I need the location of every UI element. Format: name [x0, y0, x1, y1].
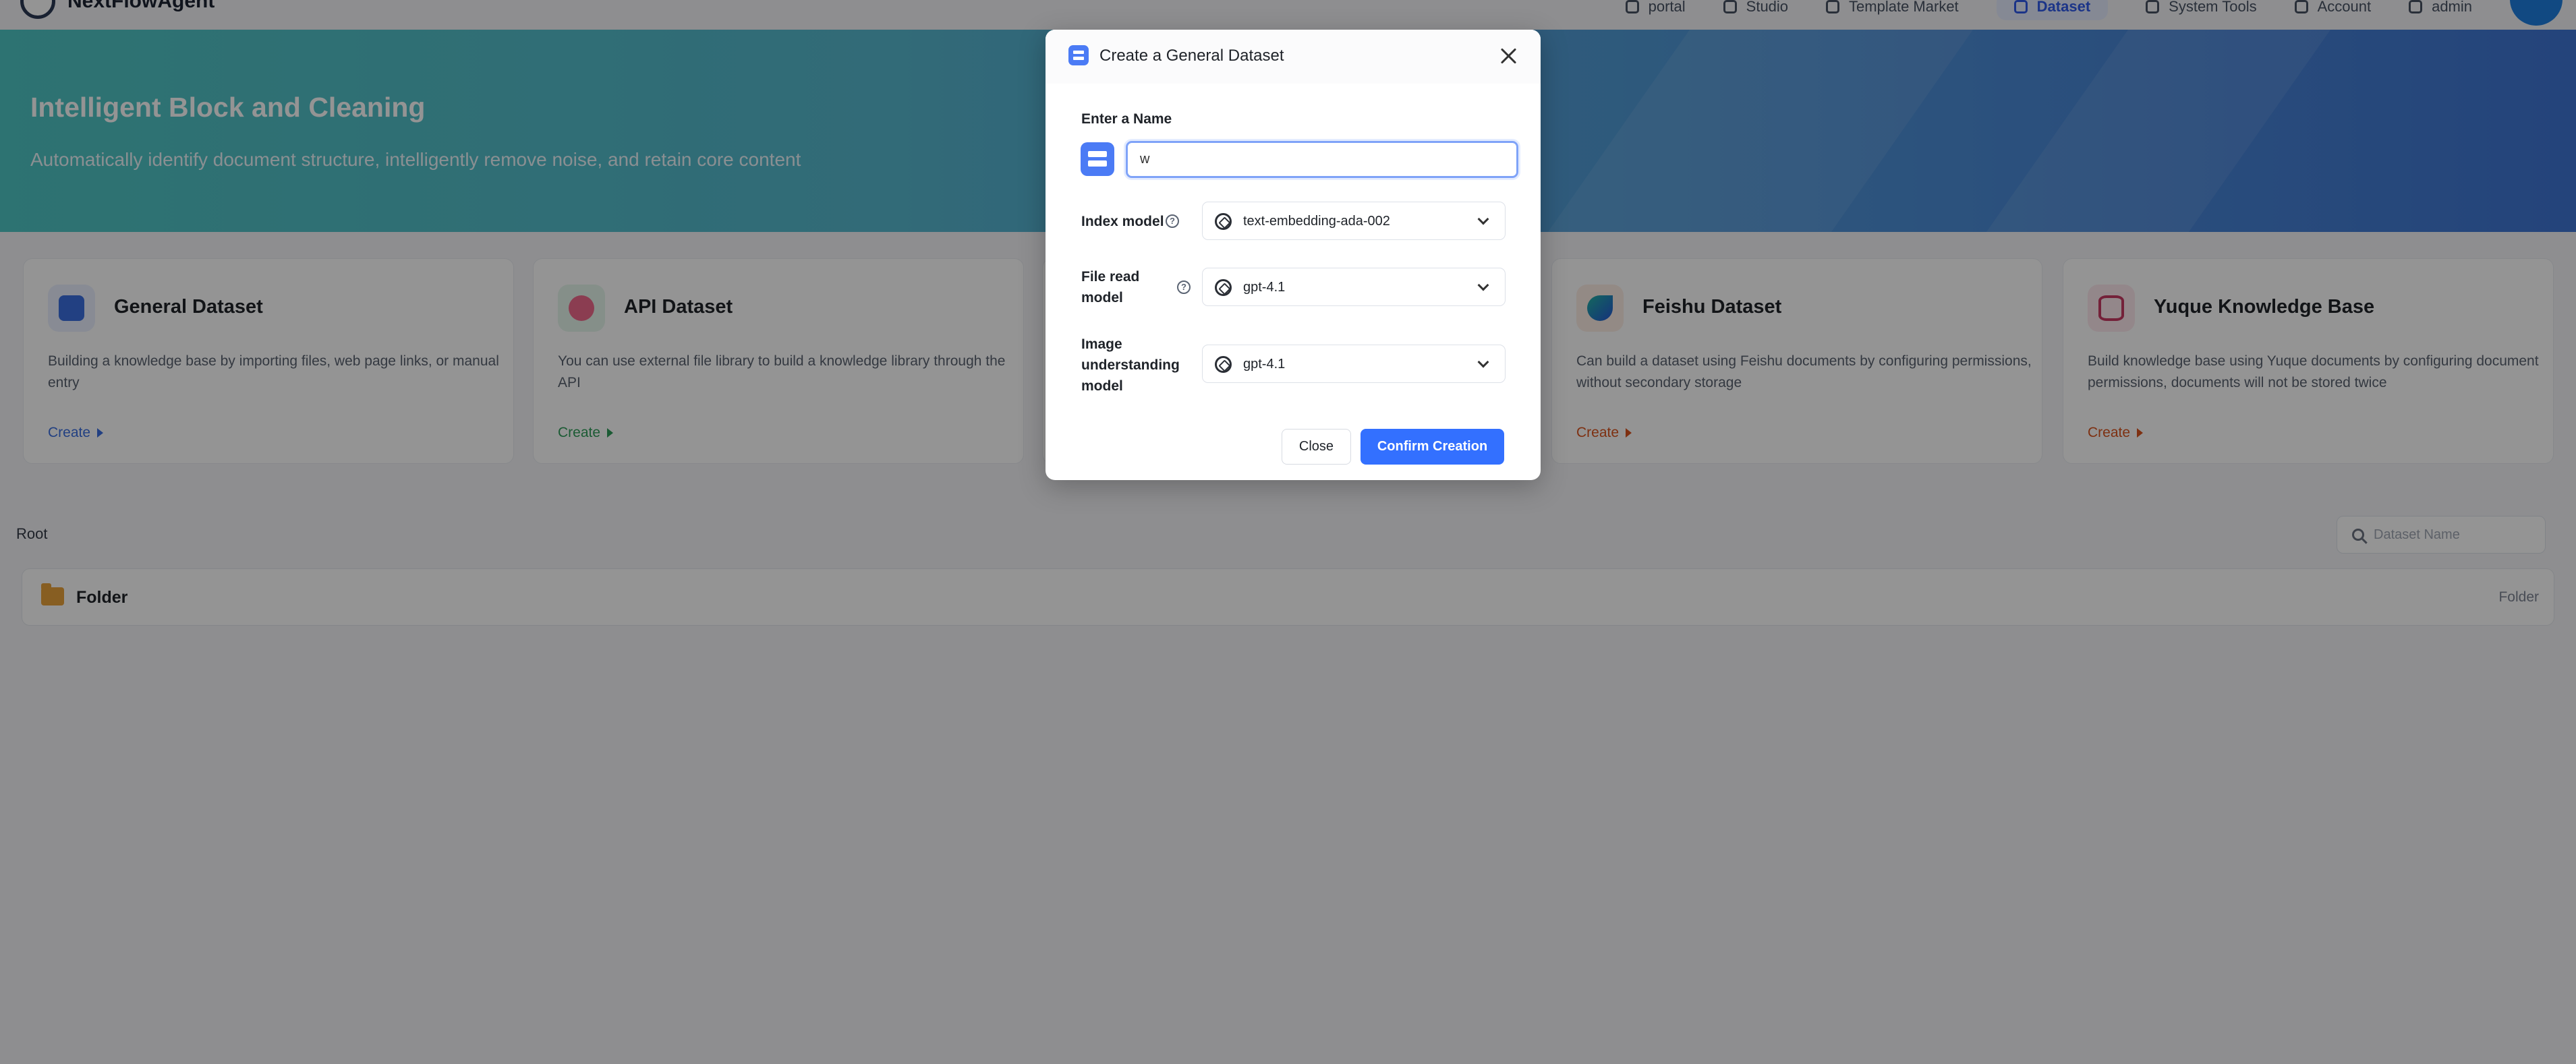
index-model-label: Index model	[1081, 214, 1164, 229]
modal-title: Create a General Dataset	[1099, 47, 1284, 65]
dataset-icon	[1068, 45, 1089, 65]
name-label: Enter a Name	[1081, 111, 1172, 127]
chevron-down-icon	[1477, 356, 1489, 368]
confirm-creation-button[interactable]: Confirm Creation	[1361, 429, 1504, 465]
openai-icon	[1215, 356, 1232, 373]
openai-icon	[1215, 213, 1232, 230]
modal-header: Create a General Dataset	[1046, 30, 1541, 84]
index-model-select[interactable]: text-embedding-ada-002	[1202, 202, 1506, 240]
create-dataset-modal: Create a General Dataset Enter a Name In…	[1046, 30, 1541, 480]
select-value: gpt-4.1	[1243, 280, 1286, 295]
select-value: gpt-4.1	[1243, 357, 1286, 372]
dataset-name-input[interactable]	[1126, 141, 1518, 178]
dataset-avatar-icon[interactable]	[1081, 142, 1114, 176]
help-icon[interactable]: ?	[1177, 280, 1191, 294]
image-model-label: Image understanding model	[1081, 336, 1180, 394]
close-button[interactable]: Close	[1282, 429, 1351, 465]
close-icon[interactable]	[1497, 45, 1520, 67]
chevron-down-icon	[1477, 213, 1489, 225]
chevron-down-icon	[1477, 279, 1489, 291]
file-read-model-select[interactable]: gpt-4.1	[1202, 268, 1506, 306]
select-value: text-embedding-ada-002	[1243, 214, 1390, 229]
help-icon[interactable]: ?	[1166, 214, 1179, 228]
openai-icon	[1215, 279, 1232, 296]
file-read-label: File read model	[1081, 269, 1140, 305]
image-understanding-model-select[interactable]: gpt-4.1	[1202, 345, 1506, 383]
